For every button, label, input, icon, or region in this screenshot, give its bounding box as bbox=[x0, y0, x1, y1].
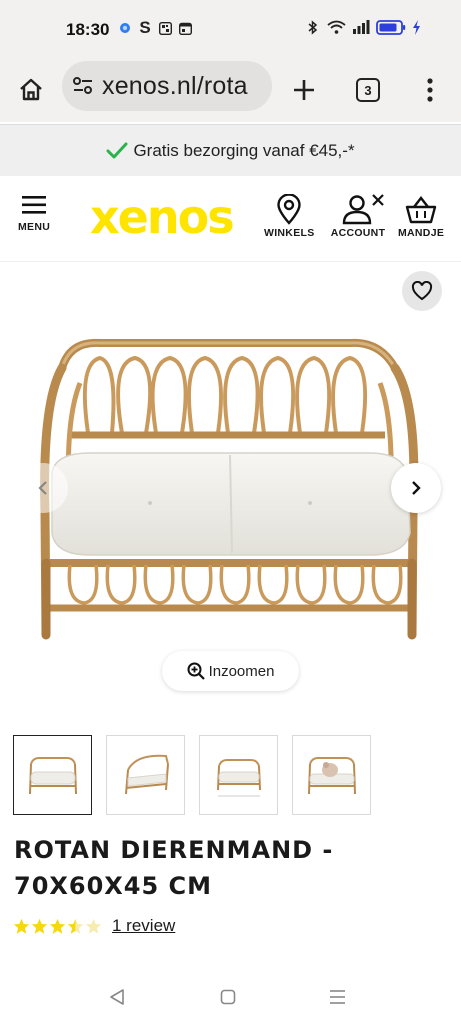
thumbnail-front[interactable] bbox=[13, 735, 92, 815]
stores-label: WINKELS bbox=[264, 227, 315, 239]
zoom-button[interactable]: Inzoomen bbox=[162, 651, 299, 691]
more-vert-icon bbox=[427, 78, 433, 102]
favorite-button[interactable] bbox=[402, 271, 442, 311]
rating-stars bbox=[13, 918, 102, 935]
check-icon bbox=[106, 142, 128, 158]
star-empty-icon bbox=[85, 918, 102, 934]
site-header: MENU xenos WINKELS ACCOUNT MANDJE bbox=[0, 176, 461, 262]
account-button[interactable]: ACCOUNT bbox=[329, 194, 387, 239]
account-icon bbox=[342, 194, 384, 225]
location-pin-icon bbox=[277, 194, 301, 225]
tab-count: 3 bbox=[356, 78, 380, 102]
next-image-button[interactable] bbox=[391, 463, 441, 513]
review-link[interactable]: 1 review bbox=[112, 916, 175, 936]
qr-icon bbox=[158, 21, 172, 35]
recents-button[interactable] bbox=[322, 984, 352, 1010]
bluetooth-icon bbox=[306, 19, 320, 35]
thumbnail-side[interactable] bbox=[106, 735, 185, 815]
site-settings-icon[interactable] bbox=[72, 76, 94, 101]
tab-switcher-button[interactable]: 3 bbox=[346, 68, 390, 112]
browser-toolbar: xenos.nl/rota 3 bbox=[0, 60, 461, 122]
zoom-label: Inzoomen bbox=[208, 662, 275, 680]
prev-image-button[interactable] bbox=[18, 463, 68, 513]
battery-icon bbox=[376, 19, 406, 35]
wifi-icon bbox=[326, 20, 346, 34]
new-tab-button[interactable] bbox=[282, 68, 326, 112]
back-icon bbox=[110, 989, 124, 1005]
thumbnail-front-dims[interactable] bbox=[199, 735, 278, 815]
charging-icon bbox=[412, 19, 421, 35]
star-icon bbox=[31, 918, 48, 934]
promo-banner: Gratis bezorging vanaf €45,-* bbox=[0, 124, 461, 176]
zoom-in-icon bbox=[187, 662, 205, 680]
s-icon: S bbox=[139, 18, 151, 37]
recents-icon bbox=[329, 990, 345, 1004]
account-label: ACCOUNT bbox=[330, 227, 386, 239]
cart-label: MANDJE bbox=[398, 227, 445, 239]
thumbnail-with-dog[interactable] bbox=[292, 735, 371, 815]
meta-icon bbox=[118, 21, 132, 35]
product-title: ROTAN DIERENMAND - 70X60X45 CM bbox=[14, 836, 334, 900]
product-rating: 1 review bbox=[13, 916, 175, 936]
basket-icon bbox=[405, 196, 437, 224]
browser-menu-button[interactable] bbox=[408, 68, 452, 112]
home-button[interactable] bbox=[213, 984, 243, 1010]
chevron-right-icon bbox=[412, 481, 421, 495]
menu-label: MENU bbox=[18, 221, 51, 233]
calendar-icon bbox=[178, 21, 192, 35]
heart-icon bbox=[411, 281, 433, 301]
url-text: xenos.nl/rota bbox=[102, 72, 248, 100]
star-icon bbox=[49, 918, 66, 934]
star-half-icon bbox=[67, 918, 84, 934]
browser-home-button[interactable] bbox=[9, 68, 53, 112]
page: 18:30 S xenos.nl/rota 3 Gratis bezorging… bbox=[0, 0, 461, 1024]
thumbnail-strip bbox=[13, 735, 371, 815]
address-bar[interactable]: xenos.nl/rota bbox=[62, 61, 272, 111]
stores-button[interactable]: WINKELS bbox=[264, 194, 315, 239]
menu-button[interactable]: MENU bbox=[18, 194, 50, 233]
chevron-left-icon bbox=[38, 481, 47, 495]
signal-icon bbox=[352, 20, 370, 34]
plus-icon bbox=[294, 80, 314, 100]
star-icon bbox=[13, 918, 30, 934]
home-icon bbox=[20, 78, 42, 101]
status-time: 18:30 bbox=[66, 20, 110, 39]
hamburger-icon bbox=[22, 196, 47, 214]
cart-button[interactable]: MANDJE bbox=[398, 194, 444, 239]
status-bar: 18:30 S bbox=[0, 0, 461, 60]
system-nav-bar bbox=[0, 972, 461, 1024]
promo-text: Gratis bezorging vanaf €45,-* bbox=[133, 140, 355, 160]
back-button[interactable] bbox=[102, 984, 132, 1010]
product-gallery: Inzoomen bbox=[0, 263, 461, 713]
xenos-logo[interactable]: xenos bbox=[90, 194, 235, 240]
home-square-icon bbox=[220, 989, 236, 1005]
